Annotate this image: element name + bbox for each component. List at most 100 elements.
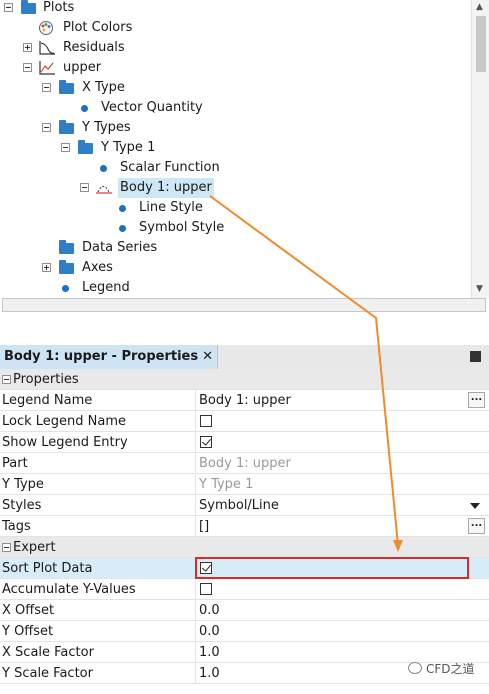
category-properties[interactable]: Properties [0, 369, 489, 390]
property-row-tags[interactable]: Tags [] ... [0, 516, 489, 537]
x-scale-factor-value[interactable]: 1.0 [199, 642, 220, 663]
tree-node-x-type[interactable]: X Type [0, 78, 460, 98]
column-divider [195, 621, 196, 642]
edit-ellipsis-button[interactable]: ... [468, 392, 485, 408]
property-name: X Scale Factor [2, 645, 94, 660]
scroll-down-icon[interactable]: ▼ [476, 284, 483, 294]
lock-legend-name-checkbox[interactable] [200, 415, 212, 427]
tree-node-vector-quantity[interactable]: Vector Quantity [0, 98, 460, 118]
expand-icon[interactable] [42, 263, 51, 272]
tree-node-body-1-upper[interactable]: Body 1: upper [0, 178, 460, 198]
collapse-icon[interactable] [2, 375, 11, 384]
property-row-lock-legend-name[interactable]: Lock Legend Name [0, 411, 489, 432]
property-row-accumulate-y-values[interactable]: Accumulate Y-Values [0, 579, 489, 600]
property-row-show-legend-entry[interactable]: Show Legend Entry [0, 432, 489, 453]
collapse-icon[interactable] [42, 123, 51, 132]
folder-icon [59, 120, 74, 134]
collapse-icon[interactable] [61, 143, 70, 152]
chevron-down-icon[interactable] [470, 503, 480, 509]
property-name: Y Offset [2, 624, 54, 639]
property-name: Y Scale Factor [2, 666, 93, 681]
property-row-y-offset[interactable]: Y Offset 0.0 [0, 621, 489, 642]
tree-node-symbol-style[interactable]: Symbol Style [0, 218, 460, 238]
property-row-y-type[interactable]: Y Type Y Type 1 [0, 474, 489, 495]
folder-icon [59, 240, 74, 254]
show-legend-entry-checkbox[interactable] [200, 436, 212, 448]
column-divider [195, 453, 196, 474]
property-name: Part [2, 456, 28, 471]
property-row-styles[interactable]: Styles Symbol/Line [0, 495, 489, 516]
property-row-legend-name[interactable]: Legend Name Body 1: upper ... [0, 390, 489, 411]
tree-node-y-type-1[interactable]: Y Type 1 [0, 138, 460, 158]
tree-node-plot-colors[interactable]: Plot Colors [0, 18, 460, 38]
column-divider [195, 663, 196, 684]
wechat-icon [408, 662, 422, 674]
collapse-icon[interactable] [4, 3, 13, 12]
tree-node-line-style[interactable]: Line Style [0, 198, 460, 218]
folder-icon [59, 80, 74, 94]
tab-properties[interactable]: Body 1: upper - Properties ✕ [0, 345, 218, 369]
collapse-icon[interactable] [2, 543, 11, 552]
property-row-x-offset[interactable]: X Offset 0.0 [0, 600, 489, 621]
column-divider [195, 474, 196, 495]
tree-node-upper[interactable]: upper [0, 58, 460, 78]
collapse-icon[interactable] [23, 63, 32, 72]
tree-node-label: Y Type 1 [101, 140, 156, 155]
tree-node-label: Body 1: upper [118, 178, 214, 198]
tree-node-label: Plots [43, 0, 75, 15]
tree-node-legend[interactable]: Legend [0, 278, 460, 298]
tree-node-y-types[interactable]: Y Types [0, 118, 460, 138]
x-offset-value[interactable]: 0.0 [199, 600, 220, 621]
property-row-part[interactable]: Part Body 1: upper [0, 453, 489, 474]
close-icon[interactable]: ✕ [202, 349, 213, 364]
highlight-box [195, 557, 469, 579]
tree-node-data-series[interactable]: Data Series [0, 238, 460, 258]
tree-vertical-scrollbar[interactable]: ▲ ▼ [471, 0, 489, 298]
y-type-value: Y Type 1 [199, 477, 254, 492]
leaf-dot-icon [100, 165, 107, 172]
scroll-up-icon[interactable]: ▲ [476, 2, 483, 12]
part-value: Body 1: upper [199, 456, 291, 471]
maximize-panel-icon[interactable] [470, 351, 481, 362]
legend-name-value[interactable]: Body 1: upper [199, 390, 291, 411]
property-row-x-scale-factor[interactable]: X Scale Factor 1.0 [0, 642, 489, 663]
collapse-icon[interactable] [42, 83, 51, 92]
category-expert[interactable]: Expert [0, 537, 489, 558]
property-name: Styles [2, 498, 42, 513]
column-divider [195, 495, 196, 516]
column-divider [195, 390, 196, 411]
properties-panel: Body 1: upper - Properties ✕ Properties L… [0, 345, 489, 694]
tree-node-scalar-function[interactable]: Scalar Function [0, 158, 460, 178]
tree-horizontal-scrollbar[interactable] [2, 298, 486, 312]
styles-select[interactable]: Symbol/Line [199, 495, 279, 516]
edit-ellipsis-button[interactable]: ... [468, 518, 485, 534]
leaf-dot-icon [62, 285, 69, 292]
leaf-dot-icon [119, 225, 126, 232]
tree-node-label: Line Style [139, 200, 203, 215]
column-divider [195, 642, 196, 663]
scroll-thumb[interactable] [476, 16, 486, 72]
category-label: Expert [13, 540, 56, 555]
tree-node-label: Plot Colors [63, 20, 133, 35]
property-name: Y Type [2, 477, 44, 492]
y-offset-value[interactable]: 0.0 [199, 621, 220, 642]
tree-node-residuals[interactable]: Residuals [0, 38, 460, 58]
property-name: Sort Plot Data [2, 561, 93, 576]
tags-value[interactable]: [] [199, 516, 209, 537]
tree-node-label: Scalar Function [120, 160, 220, 175]
tree-node-plots[interactable]: Plots [0, 0, 460, 18]
tree-node-label: Y Types [82, 120, 131, 135]
y-scale-factor-value[interactable]: 1.0 [199, 663, 220, 684]
category-label: Properties [13, 372, 79, 387]
tree-node-label: Legend [82, 280, 130, 295]
tree-node-label: Data Series [82, 240, 158, 255]
collapse-icon[interactable] [80, 183, 89, 192]
property-name: Tags [2, 519, 31, 534]
tree-node-axes[interactable]: Axes [0, 258, 460, 278]
expand-icon[interactable] [23, 43, 32, 52]
property-name: Legend Name [2, 393, 93, 408]
leaf-dot-icon [81, 105, 88, 112]
folder-icon [21, 0, 36, 14]
accumulate-y-values-checkbox[interactable] [200, 583, 212, 595]
column-divider [195, 516, 196, 537]
